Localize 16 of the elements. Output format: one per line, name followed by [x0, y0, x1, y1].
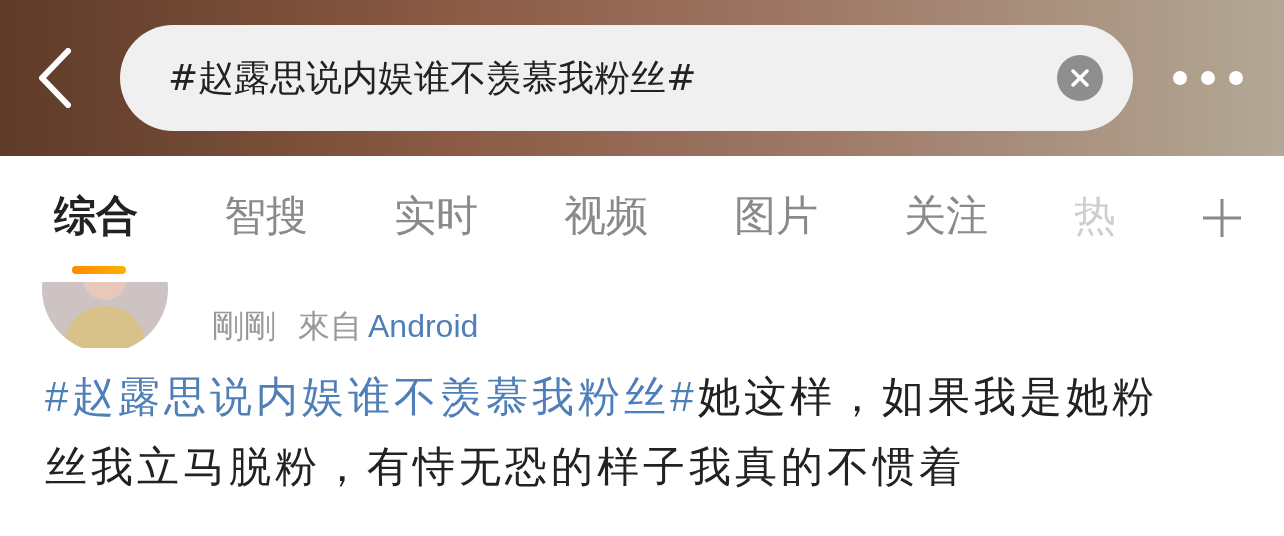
search-field[interactable]: #赵露思说内娱谁不羡慕我粉丝# — [120, 25, 1133, 131]
add-icon[interactable] — [1202, 198, 1242, 238]
tab[interactable]: 关注 — [904, 188, 988, 244]
hashtag-link[interactable]: #赵露思说内娱谁不羡慕我粉丝# — [45, 373, 698, 420]
tab[interactable]: 图片 — [734, 188, 818, 244]
tab[interactable]: 综合 — [54, 188, 138, 244]
tab[interactable]: 智搜 — [224, 188, 308, 244]
source-link[interactable]: Android — [368, 302, 479, 348]
tab-indicator — [72, 266, 126, 274]
tab[interactable]: 视频 — [564, 188, 648, 244]
post-text: #赵露思说内娱谁不羡慕我粉丝#她这样，如果我是她粉丝我立马脱粉，有恃无恐的样子我真的不惯着 — [45, 372, 1159, 492]
post-time: 剛剛 — [212, 307, 276, 346]
clear-icon[interactable] — [1057, 55, 1103, 101]
tab[interactable]: 实时 — [394, 188, 478, 244]
source-label: 來自 — [298, 307, 362, 346]
search-input[interactable]: #赵露思说内娱谁不羡慕我粉丝# — [168, 51, 1057, 105]
